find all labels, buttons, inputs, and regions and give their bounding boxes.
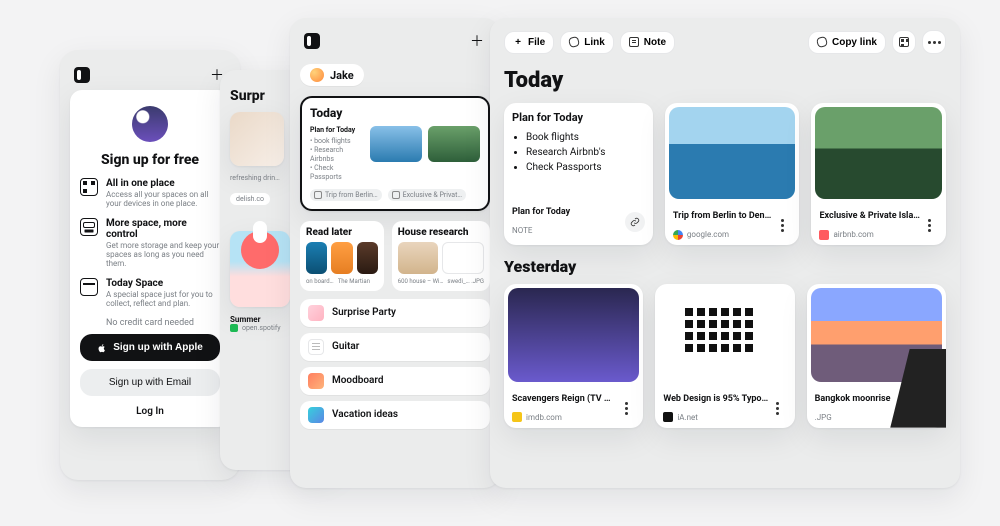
section-yesterday-heading: Yesterday <box>504 257 946 276</box>
sidebar-panel: ＋ Jake Today Plan for Today • book fligh… <box>290 18 500 488</box>
house-thumb-1 <box>398 242 438 274</box>
signup-card: Sign up for free All in one placeAccess … <box>70 90 230 427</box>
imdb-favicon <box>512 412 522 422</box>
more-button[interactable] <box>922 30 946 54</box>
phone-panel: ＋ Sign up for free All in one placeAcces… <box>60 50 240 480</box>
sidebar-item-guitar[interactable]: Guitar <box>300 333 490 361</box>
sidebar-item-surprise-party[interactable]: Surprise Party <box>300 299 490 327</box>
dots-horizontal-icon <box>928 41 941 44</box>
add-link-button[interactable]: Link <box>560 31 614 54</box>
card-island-image <box>815 107 942 199</box>
note-icon <box>629 37 639 47</box>
app-logo-sidebar <box>304 33 320 49</box>
signup-apple-button[interactable]: Sign up with Apple <box>80 334 220 361</box>
sidebar-today-thumb-1 <box>370 126 422 162</box>
readlater-thumb-3 <box>357 242 378 274</box>
qr-button[interactable] <box>892 30 916 54</box>
apple-icon <box>97 343 107 353</box>
grid-graphic <box>685 308 764 362</box>
card-plan-note[interactable]: Plan for Today Book flights Research Air… <box>504 103 653 245</box>
sidebar-chip-trip: Trip from Berlin… <box>310 189 382 201</box>
signup-email-button[interactable]: Sign up with Email <box>80 369 220 396</box>
card-typography-image <box>659 288 790 382</box>
dots-vertical-icon <box>928 224 931 227</box>
airbnb-favicon <box>819 230 829 240</box>
user-chip[interactable]: Jake <box>300 64 364 86</box>
back-thumb-1[interactable] <box>230 112 284 166</box>
back-thumb-2[interactable] <box>230 231 290 307</box>
feature-more-space: More space, more controlGet more storage… <box>80 218 220 269</box>
card-trip-link[interactable]: Trip from Berlin to Denpasar… google.com <box>665 103 800 245</box>
calendar-icon <box>80 278 98 296</box>
stack-icon <box>80 218 98 236</box>
readlater-thumb-2 <box>331 242 352 274</box>
open-link-icon[interactable] <box>625 212 645 232</box>
ia-favicon <box>663 412 673 422</box>
link-icon <box>392 191 400 199</box>
sidebar-house-research[interactable]: House research 600 house – Wi…swedi_… .J… <box>392 221 490 291</box>
link-icon <box>816 36 828 48</box>
sidebar-today-thumb-2 <box>428 126 480 162</box>
qr-icon <box>899 37 909 47</box>
signup-title: Sign up for free <box>80 152 220 168</box>
card-more-button[interactable] <box>920 217 938 235</box>
app-logo <box>74 67 90 83</box>
link-icon <box>314 191 322 199</box>
planet-illustration <box>132 106 168 142</box>
vacation-icon <box>308 407 324 423</box>
add-file-button[interactable]: File <box>504 31 554 54</box>
card-moonrise[interactable]: Bangkok moonrise .JPG <box>807 284 946 428</box>
readlater-thumb-1 <box>306 242 327 274</box>
section-today-heading: Today <box>504 68 946 93</box>
sidebar-item-moodboard[interactable]: Moodboard <box>300 367 490 395</box>
qr-icon <box>80 178 98 196</box>
plus-icon <box>513 37 523 47</box>
card-more-button[interactable] <box>617 400 635 418</box>
house-thumb-2 <box>442 242 484 274</box>
dots-vertical-icon <box>781 224 784 227</box>
card-scavengers-image <box>508 288 639 382</box>
user-name: Jake <box>330 69 354 82</box>
no-credit-card-text: No credit card needed <box>80 318 220 328</box>
sidebar-today-plan: Plan for Today • book flights • Research… <box>310 126 364 183</box>
back-item-1-source: delish.co <box>230 193 270 205</box>
copy-link-button[interactable]: Copy link <box>808 31 886 54</box>
main-toolbar: File Link Note Copy link <box>504 30 946 54</box>
sidebar-today-card[interactable]: Today Plan for Today • book flights • Re… <box>300 96 490 211</box>
dots-vertical-icon <box>776 407 779 410</box>
card-trip-image <box>669 107 796 199</box>
link-icon <box>568 36 580 48</box>
card-more-button[interactable] <box>773 217 791 235</box>
dots-vertical-icon <box>625 407 628 410</box>
card-island-link[interactable]: Exclusive & Private Island… airbnb.com <box>811 103 946 245</box>
feature-all-in-one: All in one placeAccess all your spaces o… <box>80 178 220 208</box>
feature-today-space: Today SpaceA special space just for you … <box>80 278 220 308</box>
card-moonrise-image <box>811 288 942 382</box>
plan-bullets: Book flights Research Airbnb's Check Pas… <box>512 130 645 175</box>
add-note-button[interactable]: Note <box>620 31 675 54</box>
sidebar-add-button[interactable]: ＋ <box>468 32 486 50</box>
sidebar-today-title: Today <box>310 106 480 120</box>
card-more-button[interactable] <box>769 400 787 418</box>
card-scavengers[interactable]: Scavengers Reign (TV Mini Ser… imdb.com <box>504 284 643 428</box>
login-link[interactable]: Log In <box>80 406 220 417</box>
google-favicon <box>673 230 683 240</box>
sidebar-chip-exclusive: Exclusive & Privat… <box>388 189 466 201</box>
document-icon <box>308 339 324 355</box>
moodboard-icon <box>308 373 324 389</box>
spotify-icon <box>230 324 238 332</box>
party-icon <box>308 305 324 321</box>
sidebar-item-vacation[interactable]: Vacation ideas <box>300 401 490 429</box>
card-typography[interactable]: Web Design is 95% Typography iA.net <box>655 284 794 428</box>
sidebar-read-later[interactable]: Read later on board…The Martian <box>300 221 384 291</box>
main-panel: File Link Note Copy link Today Plan for … <box>490 18 960 488</box>
user-avatar-icon <box>310 68 324 82</box>
